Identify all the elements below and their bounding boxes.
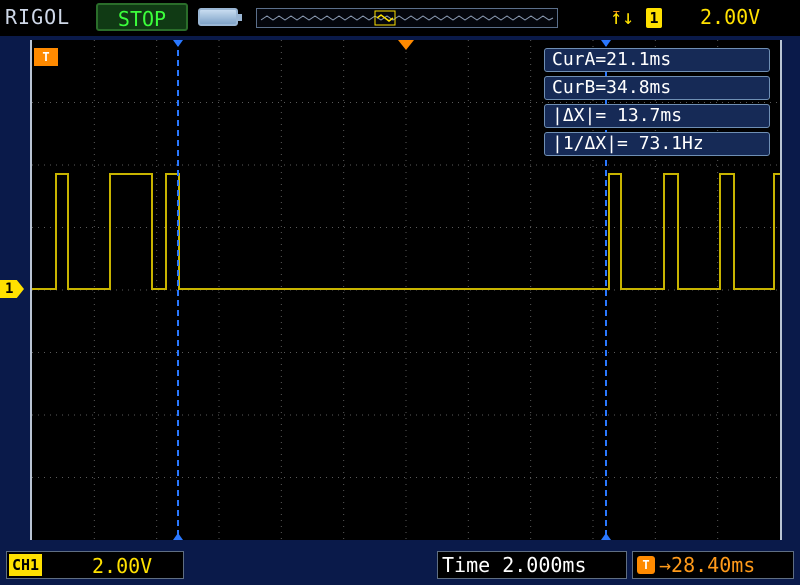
memory-overview-bar: T	[256, 8, 620, 28]
run-stop-indicator[interactable]: STOP	[96, 3, 188, 31]
trigger-offset-box[interactable]: T →28.40ms	[632, 551, 794, 579]
trigger-offset-icon: T	[637, 556, 655, 574]
cursor-b-line-top-handle[interactable]	[601, 40, 611, 47]
ch1-ground-marker[interactable]: 1	[0, 280, 24, 298]
trigger-status[interactable]: ↑↓ 1 2.00V	[610, 3, 794, 31]
cursor-frequency-readout: |1/ΔX|= 73.1Hz	[544, 132, 770, 156]
cursor-a-line-top-handle[interactable]	[173, 40, 183, 47]
ch1-scale-box[interactable]: CH1 2.00V	[6, 551, 184, 579]
cursor-b-readout: CurB=34.8ms	[544, 76, 770, 100]
brand-logo: RIGOL	[5, 5, 71, 29]
timebase-box[interactable]: Time 2.000ms	[437, 551, 627, 579]
cursor-delta-readout: |ΔX|= 13.7ms	[544, 104, 770, 128]
trigger-offset-value: →28.40ms	[659, 553, 756, 577]
battery-icon	[198, 8, 242, 26]
cursor-a-readout: CurA=21.1ms	[544, 48, 770, 72]
bottom-status-bar: CH1 2.00V Time 2.000ms T →28.40ms	[0, 544, 800, 585]
top-status-bar: RIGOL STOP T ↑↓ 1 2.00V	[0, 0, 800, 36]
trigger-slope-icon: ↑↓	[610, 5, 635, 29]
cursor-a-line-bottom-handle[interactable]	[173, 533, 183, 540]
ch1-scale: 2.00V	[92, 554, 153, 578]
ch1-badge: CH1	[9, 554, 43, 576]
ch1-trace	[32, 173, 780, 290]
trigger-position-marker	[398, 40, 414, 50]
trigger-level-marker[interactable]: T	[34, 48, 58, 66]
cursor-b-line-bottom-handle[interactable]	[601, 533, 611, 540]
trigger-channel-badge: 1	[646, 8, 662, 28]
trigger-level: 2.00V	[700, 5, 761, 29]
memory-waveform-icon	[260, 10, 554, 26]
